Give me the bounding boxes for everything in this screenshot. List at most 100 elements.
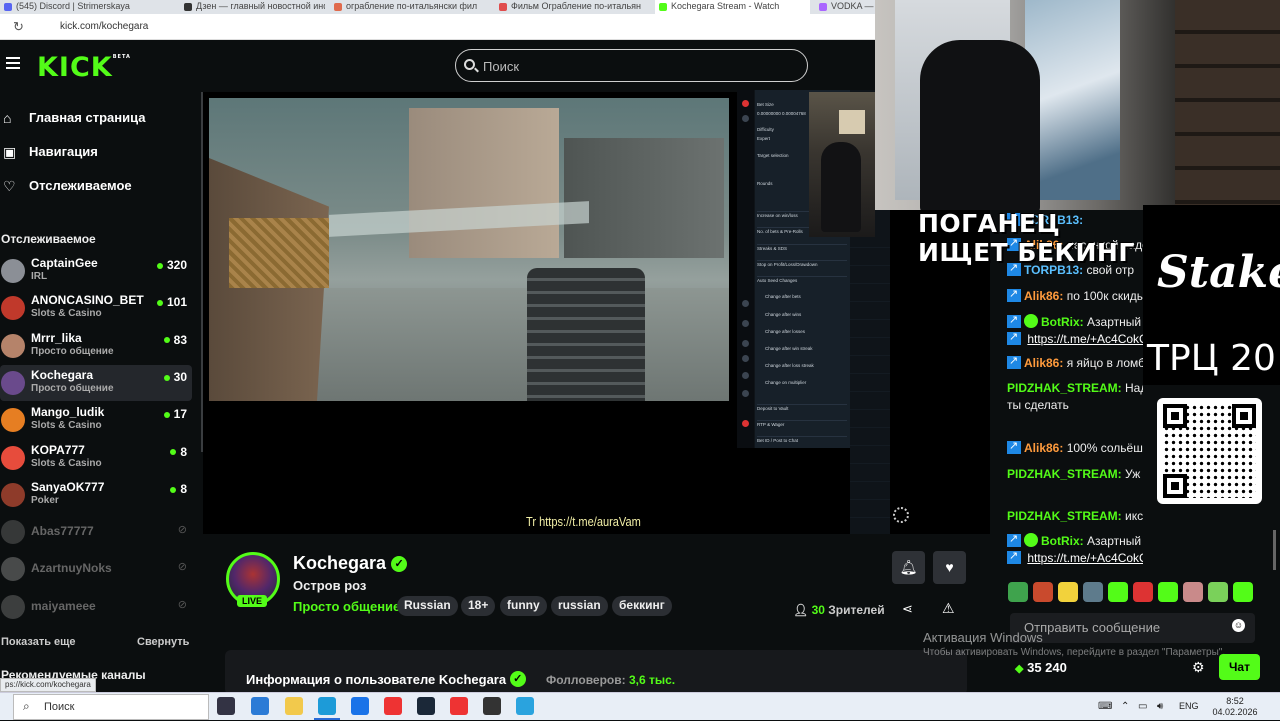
muted-icon: ⊘ [177, 598, 187, 611]
channel-points[interactable]: ◆ 35 240 [1015, 660, 1067, 675]
followed-channel[interactable]: KOPA777 Slots & Casino 8 [0, 440, 192, 476]
share-icon[interactable]: ⋖ [902, 601, 913, 617]
yandex-icon[interactable] [384, 697, 402, 715]
follow-button[interactable]: ♥ [933, 551, 966, 584]
show-more-link[interactable]: Показать еще [1, 636, 76, 648]
chat-scrollbar[interactable] [1273, 530, 1276, 570]
browse-icon: ▣ [3, 144, 17, 160]
followed-channel[interactable]: SanyaOK777 Poker 8 [0, 477, 192, 513]
browser-tab[interactable]: Дзен — главный новостной инф [180, 0, 325, 14]
file-explorer-icon[interactable] [285, 697, 303, 715]
emote-icon[interactable] [1208, 582, 1228, 602]
taskbar-search[interactable]: ⌕ Поиск [13, 694, 209, 720]
kick-logo[interactable]: KICKBETA [37, 52, 131, 83]
menu-icon[interactable] [6, 57, 20, 69]
stream-category[interactable]: Просто общение [293, 599, 400, 614]
browser-tab[interactable]: VODKA — Б [815, 0, 875, 14]
steam-icon[interactable] [417, 697, 435, 715]
chat-message: PIDZHAK_STREAM: Надо по рублю максималку… [1007, 381, 1143, 412]
emote-icon[interactable] [1108, 582, 1128, 602]
verified-icon: ✓ [391, 556, 408, 572]
tray-language[interactable]: ENG [1179, 701, 1199, 711]
telegram-icon[interactable] [516, 697, 534, 715]
home-icon: ⌂ [3, 110, 12, 126]
live-badge: LIVE [237, 595, 268, 607]
nav-item[interactable]: ♡ Отслеживаемое [0, 174, 200, 198]
followed-channel[interactable]: Mrrr_lika Просто общение 83 [0, 328, 192, 364]
reload-icon[interactable]: ↻ [13, 19, 24, 35]
gear-icon[interactable]: ⚙ [1192, 659, 1205, 676]
mail-icon[interactable] [351, 697, 369, 715]
stream-tag[interactable]: russian [551, 596, 608, 616]
viewer-count: 17 [163, 407, 187, 421]
verified-icon [1024, 533, 1038, 547]
emote-icon[interactable] [1183, 582, 1203, 602]
muted-icon: ⊘ [177, 524, 187, 536]
stream-tag[interactable]: 18+ [461, 596, 496, 616]
edge-icon[interactable] [314, 697, 340, 720]
viewer-count: 101 [156, 295, 187, 309]
tray-clock[interactable]: 8:52 04.02.2026 [1212, 696, 1258, 718]
chat-link[interactable]: https://t.me/+Ac4CokC2MMQ4Zjly [1027, 551, 1143, 565]
panel-row: Target selection [757, 153, 789, 158]
url-text[interactable]: kick.com/kochegara [60, 21, 148, 32]
nav-item[interactable]: ⌂ Главная страница [0, 106, 200, 130]
panel-row: Bet Size [757, 102, 774, 107]
chat-link[interactable]: https://t.me/+Ac4CokC [1027, 332, 1143, 346]
emote-icon[interactable] [1133, 582, 1153, 602]
chat-message: PIDZHAK_STREAM: Уж п 9000ь [1007, 467, 1143, 481]
emote-icon[interactable] [1083, 582, 1103, 602]
panel-row: Streaks & SDS [757, 244, 847, 251]
store-icon[interactable] [251, 697, 269, 715]
notifications-button[interactable]: 🔔︎ [892, 551, 925, 584]
chat-send-button[interactable]: Чат [1219, 654, 1260, 680]
report-icon[interactable]: ⚠ [942, 600, 955, 617]
tray-network-icon[interactable]: ▭ [1138, 701, 1147, 712]
offline-channel[interactable]: maiyameee ⊘ [0, 589, 192, 625]
followed-channel[interactable]: Mango_ludik Slots & Casino 17 [0, 402, 192, 438]
obs-icon[interactable] [483, 697, 501, 715]
address-bar[interactable]: ↻ kick.com/kochegara [0, 14, 875, 40]
chat-message: Alik86: я яйцо в ломбард сдам [1007, 353, 1143, 372]
stream-tag[interactable]: беккинг [612, 596, 672, 616]
nav-item[interactable]: ▣ Навигация [0, 140, 200, 164]
browser-tab[interactable]: (545) Discord | Strimerskaya [0, 0, 170, 14]
avatar [1, 259, 25, 283]
start-button[interactable] [0, 693, 13, 721]
emoji-icon[interactable]: ☺ [1232, 619, 1245, 632]
task-view-icon[interactable] [217, 697, 235, 715]
followed-channel[interactable]: Kochegara Просто общение 30 [0, 364, 192, 401]
collapse-link[interactable]: Свернуть [137, 636, 189, 648]
panel-row: Deposit to Vault [757, 404, 847, 411]
emote-icon[interactable] [1033, 582, 1053, 602]
emote-icon[interactable] [1058, 582, 1078, 602]
emote-icon[interactable] [1158, 582, 1178, 602]
stream-tag[interactable]: Russian [397, 596, 458, 616]
offline-channel[interactable]: AzartnuyNoks ⊘ [0, 551, 192, 587]
tray-chevron-icon[interactable]: ⌃ [1121, 701, 1129, 712]
chat-input[interactable]: Отправить сообщение ☺ [1010, 613, 1255, 643]
emote-bar [1008, 582, 1270, 604]
followed-channel[interactable]: CaptainGee IRL 320 [0, 253, 192, 289]
followed-channel[interactable]: ANONCASINO_BET Slots & Casino 101 [0, 290, 192, 326]
yandex-browser-icon[interactable] [450, 697, 468, 715]
avatar [1, 370, 25, 395]
tray-keyboard-icon[interactable]: ⌨ [1098, 701, 1112, 712]
search-input[interactable]: Поиск [455, 49, 808, 82]
tray-volume-icon[interactable]: 🔊︎ [1157, 701, 1163, 712]
browser-tab[interactable]: Kochegara Stream - Watch [655, 0, 810, 14]
badge-icon [1007, 312, 1021, 329]
browser-tab[interactable]: Фильм Ограбление по-итальян [495, 0, 650, 14]
stream-watermark: Tr https://t.me/auraVam [526, 514, 641, 529]
panel-row: Change on multiplier [765, 380, 807, 385]
tab-favicon-icon [334, 3, 342, 11]
browser-tab[interactable]: ограбление по-итальянски фил [330, 0, 490, 14]
stream-tag[interactable]: funny [500, 596, 547, 616]
emote-icon[interactable] [1008, 582, 1028, 602]
offline-channel[interactable]: Abas77777 ⊘ [0, 514, 192, 550]
channel-name[interactable]: Kochegara ✓ [293, 553, 408, 574]
emote-icon[interactable] [1233, 582, 1253, 602]
movie-frame [209, 98, 729, 401]
panel-row: Rounds [757, 181, 773, 186]
stake-logo: Stake [1157, 247, 1280, 298]
